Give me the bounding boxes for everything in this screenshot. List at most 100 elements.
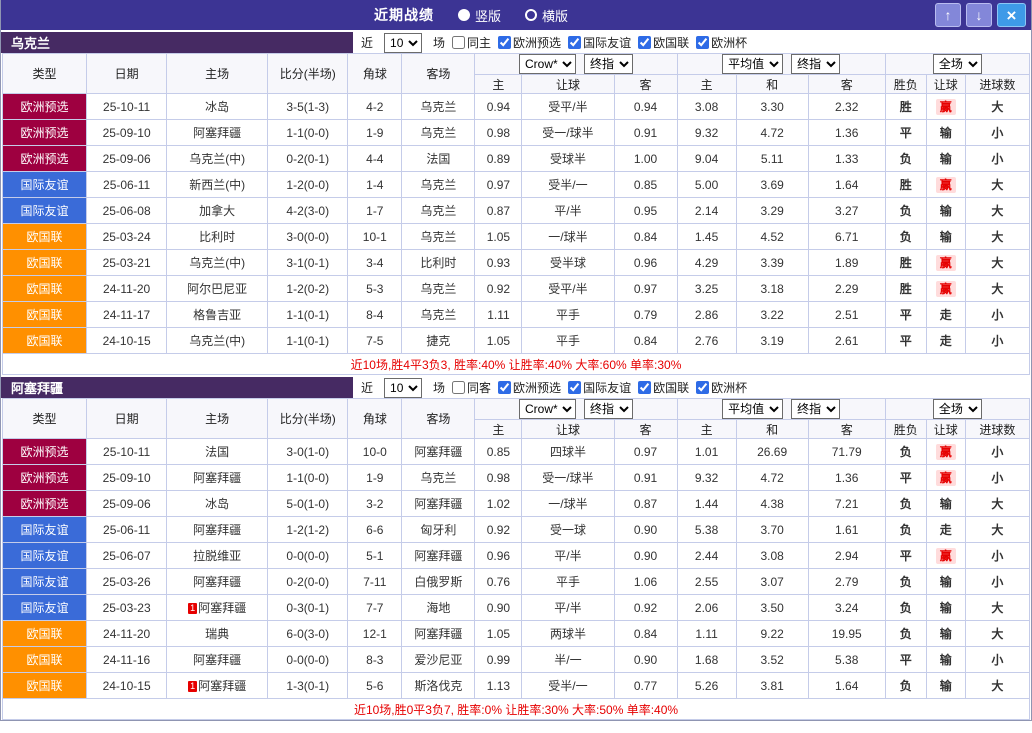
- comp-checkbox-2[interactable]: 欧国联: [638, 379, 689, 396]
- cell-result: 平: [885, 543, 926, 569]
- comp-checkbox-3-input[interactable]: [696, 381, 709, 394]
- layout-radio-horizontal[interactable]: 横版: [525, 6, 568, 25]
- cell-competition: 国际友谊: [3, 543, 87, 569]
- comp-checkbox-1[interactable]: 国际友谊: [568, 34, 631, 51]
- comp-checkbox-1-input[interactable]: [568, 381, 581, 394]
- comp-checkbox-2-input[interactable]: [638, 36, 651, 49]
- bookmaker-select[interactable]: Crow*: [519, 399, 576, 419]
- cell-home-team: 1阿塞拜疆: [167, 673, 268, 699]
- cell-odds-home: 0.85: [475, 439, 522, 465]
- cell-away-team: 乌克兰: [402, 224, 475, 250]
- cell-corners: 6-6: [348, 517, 402, 543]
- cell-avg-away: 6.71: [808, 224, 885, 250]
- column-header: 比分(半场): [268, 399, 348, 439]
- cell-home-team-text: 阿塞拜疆: [198, 601, 246, 615]
- cell-corners: 5-6: [348, 673, 402, 699]
- comp-checkbox-2[interactable]: 欧国联: [638, 34, 689, 51]
- cell-competition: 欧国联: [3, 647, 87, 673]
- column-header: 角球: [348, 54, 402, 94]
- average-select[interactable]: 平均值: [722, 54, 783, 74]
- cell-goals-result: 大: [965, 224, 1029, 250]
- recent-count-select[interactable]: 10: [384, 33, 422, 53]
- comp-checkbox-2-label: 欧国联: [653, 379, 689, 396]
- cell-home-team-text: 瑞典: [205, 627, 229, 641]
- cell-avg-home: 2.06: [677, 595, 736, 621]
- cell-avg-draw: 9.22: [736, 621, 808, 647]
- cell-competition: 欧国联: [3, 224, 87, 250]
- final-odds-select[interactable]: 终指: [584, 54, 633, 74]
- cell-avg-home: 2.14: [677, 198, 736, 224]
- layout-radio-vertical[interactable]: 竖版: [458, 6, 501, 25]
- comp-checkbox-3[interactable]: 欧洲杯: [696, 379, 747, 396]
- cell-odds-away: 1.00: [614, 146, 677, 172]
- cell-home-team-text: 乌克兰(中): [189, 152, 245, 166]
- comp-checkbox-3-input[interactable]: [696, 36, 709, 49]
- average-select[interactable]: 平均值: [722, 399, 783, 419]
- scope-select[interactable]: 全场: [933, 54, 982, 74]
- cell-odds-home: 1.13: [475, 673, 522, 699]
- final-odds-select[interactable]: 终指: [584, 399, 633, 419]
- cell-date: 25-06-11: [87, 172, 167, 198]
- cell-score: 1-1(0-0): [268, 120, 348, 146]
- recent-count-select[interactable]: 10: [384, 378, 422, 398]
- cell-odds-home: 0.99: [475, 647, 522, 673]
- comp-checkbox-1-input[interactable]: [568, 36, 581, 49]
- column-header: 和: [736, 420, 808, 439]
- radio-horizontal-label: 横版: [542, 6, 568, 25]
- cell-result: 平: [885, 302, 926, 328]
- cell-avg-draw: 3.69: [736, 172, 808, 198]
- cell-handicap: 平手: [522, 302, 614, 328]
- column-header: 客: [808, 420, 885, 439]
- same-venue-checkbox-input[interactable]: [452, 381, 465, 394]
- table-row: 欧洲预选25-10-11法国3-0(1-0)10-0阿塞拜疆0.85四球半0.9…: [3, 439, 1030, 465]
- comp-checkbox-0[interactable]: 欧洲预选: [498, 34, 561, 51]
- cell-away-team: 阿塞拜疆: [402, 491, 475, 517]
- filter-bar: 近10场同主欧洲预选国际友谊欧国联欧洲杯: [353, 32, 747, 53]
- cell-handicap-result: 走: [926, 328, 965, 354]
- same-venue-checkbox[interactable]: 同客: [452, 379, 491, 396]
- cell-score: 1-2(0-2): [268, 276, 348, 302]
- final-odds-select-2[interactable]: 终指: [791, 399, 840, 419]
- comp-checkbox-0-input[interactable]: [498, 36, 511, 49]
- cell-away-team: 乌克兰: [402, 120, 475, 146]
- move-down-button[interactable]: ↓: [966, 3, 992, 27]
- cell-goals-result: 大: [965, 673, 1029, 699]
- cell-odds-home: 1.05: [475, 328, 522, 354]
- cell-score: 3-5(1-3): [268, 94, 348, 120]
- cell-result: 负: [885, 224, 926, 250]
- results-table: 类型日期主场比分(半场)角球客场Crow*终指平均值终指全场主让球客主和客胜负让…: [2, 53, 1030, 375]
- cell-away-team-text: 乌克兰: [420, 178, 456, 192]
- comp-checkbox-0[interactable]: 欧洲预选: [498, 379, 561, 396]
- column-header: 让球: [522, 420, 614, 439]
- cell-handicap: 一/球半: [522, 491, 614, 517]
- same-venue-checkbox-input[interactable]: [452, 36, 465, 49]
- bookmaker-select[interactable]: Crow*: [519, 54, 576, 74]
- column-header: 客: [808, 75, 885, 94]
- comp-checkbox-1[interactable]: 国际友谊: [568, 379, 631, 396]
- comp-checkbox-2-input[interactable]: [638, 381, 651, 394]
- cell-handicap: 受球半: [522, 146, 614, 172]
- cell-home-team-text: 新西兰(中): [189, 178, 245, 192]
- cell-result: 负: [885, 491, 926, 517]
- column-header: 日期: [87, 399, 167, 439]
- final-odds-select-2[interactable]: 终指: [791, 54, 840, 74]
- scope-select[interactable]: 全场: [933, 399, 982, 419]
- cell-odds-away: 0.94: [614, 94, 677, 120]
- cell-away-team-text: 乌克兰: [420, 230, 456, 244]
- close-button[interactable]: ×: [997, 3, 1026, 27]
- cell-result: 胜: [885, 250, 926, 276]
- move-up-button[interactable]: ↑: [935, 3, 961, 27]
- column-header: 让球: [522, 75, 614, 94]
- same-venue-checkbox[interactable]: 同主: [452, 34, 491, 51]
- comp-checkbox-0-input[interactable]: [498, 381, 511, 394]
- cell-goals-result: 大: [965, 94, 1029, 120]
- cell-score: 3-1(0-1): [268, 250, 348, 276]
- team-section: 阿塞拜疆近10场同客欧洲预选国际友谊欧国联欧洲杯类型日期主场比分(半场)角球客场…: [1, 377, 1031, 720]
- same-venue-checkbox-label: 同主: [467, 34, 491, 51]
- cell-home-team-text: 阿塞拜疆: [193, 523, 241, 537]
- comp-checkbox-3[interactable]: 欧洲杯: [696, 34, 747, 51]
- cell-handicap-result: 赢: [926, 465, 965, 491]
- cell-corners: 10-0: [348, 439, 402, 465]
- handicap-win-tag: 赢: [936, 444, 956, 460]
- cell-avg-home: 3.25: [677, 276, 736, 302]
